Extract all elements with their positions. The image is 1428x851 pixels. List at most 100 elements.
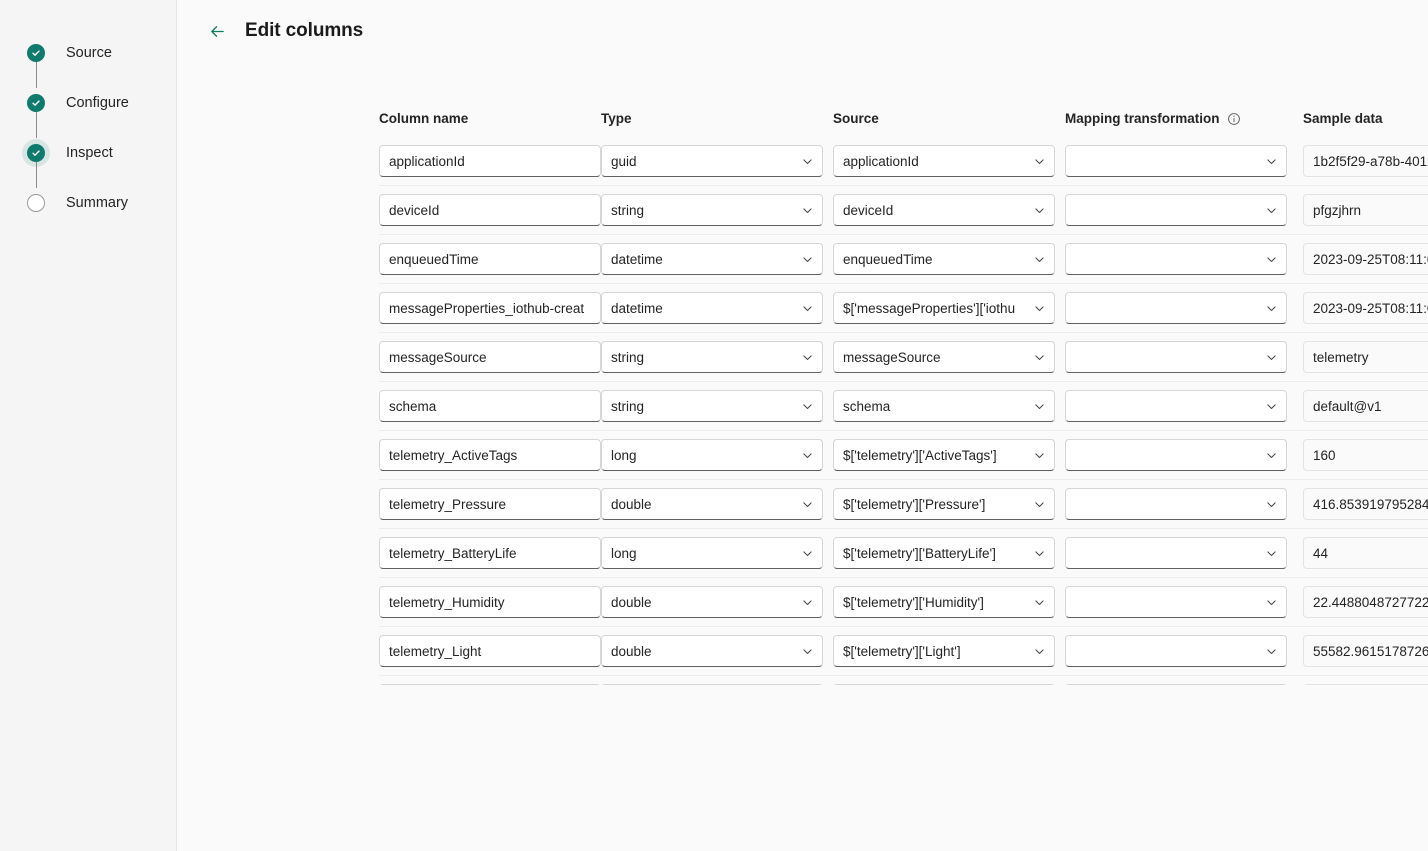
source-select[interactable]: $['telemetry']['Pressure'] [833,488,1055,520]
wizard-step-configure[interactable]: Configure [27,78,176,138]
back-arrow-icon[interactable] [203,17,231,45]
type-value: double [611,594,652,610]
column-name-value: telemetry_Humidity [389,594,505,610]
mapping-transformation-select[interactable] [1065,243,1287,275]
wizard-step-source[interactable]: Source [27,28,176,88]
cell-source: schema [833,390,1065,422]
cell-sample-data: 1b2f5f29-a78b-4012-bf31-201... [1303,145,1428,177]
cell-type: long [601,439,833,471]
chevron-down-icon [1028,645,1050,658]
grid-rows: applicationId guid applicationId 1b2f5f29-a… [379,137,1428,685]
source-select[interactable]: $['telemetry']['BatteryLife'] [833,537,1055,569]
source-select[interactable]: schema [833,390,1055,422]
mapping-transformation-select[interactable] [1065,341,1287,373]
table-row: telemetry_Pressure double $['telemetry']['… [379,480,1428,529]
column-name-value: messageProperties_iothub-creat [389,300,585,316]
column-name-input[interactable]: applicationId [379,145,601,177]
source-select[interactable] [833,684,1055,685]
cell-mapping-transformation [1065,635,1303,667]
mapping-transformation-select[interactable] [1065,684,1287,685]
wizard-step-inspect[interactable]: Inspect [22,128,176,188]
mapping-transformation-select[interactable] [1065,292,1287,324]
cell-mapping-transformation [1065,684,1303,685]
chevron-down-icon [1028,204,1050,217]
cell-type: string [601,194,833,226]
cell-type: string [601,341,833,373]
chevron-down-icon [796,351,818,364]
type-select[interactable]: string [601,194,823,226]
type-value: double [611,643,652,659]
cell-sample-data: 160 [1303,439,1428,471]
chevron-down-icon [1260,498,1282,511]
chevron-down-icon [1028,596,1050,609]
chevron-down-icon [1028,302,1050,315]
wizard-step-summary[interactable]: Summary [27,178,176,228]
info-icon[interactable] [1227,112,1241,126]
column-name-value: messageSource [389,349,487,365]
source-select[interactable]: enqueuedTime [833,243,1055,275]
type-select[interactable]: string [601,390,823,422]
source-select[interactable]: $['telemetry']['ActiveTags'] [833,439,1055,471]
chevron-down-icon [796,155,818,168]
source-select[interactable]: $['messageProperties']['iothu [833,292,1055,324]
chevron-down-icon [796,596,818,609]
cell-sample-data: 2023-09-25T08:11:09.05Z [1303,292,1428,324]
mapping-transformation-select[interactable] [1065,537,1287,569]
type-select[interactable]: guid [601,145,823,177]
column-name-input[interactable]: messageSource [379,341,601,373]
mapping-transformation-select[interactable] [1065,488,1287,520]
type-select[interactable]: double [601,586,823,618]
column-name-input[interactable]: enqueuedTime [379,243,601,275]
mapping-transformation-select[interactable] [1065,439,1287,471]
type-select[interactable]: string [601,341,823,373]
source-select[interactable]: applicationId [833,145,1055,177]
source-select[interactable]: deviceId [833,194,1055,226]
column-name-input[interactable]: schema [379,390,601,422]
type-select[interactable]: double [601,488,823,520]
source-select[interactable]: $['telemetry']['Light'] [833,635,1055,667]
source-value: $['telemetry']['Light'] [843,643,961,659]
type-value: guid [611,153,637,169]
source-value: messageSource [843,349,941,365]
mapping-transformation-select[interactable] [1065,390,1287,422]
type-select[interactable]: datetime [601,243,823,275]
type-select[interactable]: double [601,635,823,667]
table-row: telemetry_ActiveTags long $['telemetry']['… [379,431,1428,480]
column-name-input[interactable] [379,684,601,685]
column-name-input[interactable]: telemetry_ActiveTags [379,439,601,471]
chevron-down-icon [796,449,818,462]
sample-data-value: 22.44880487277228 [1313,594,1428,610]
chevron-down-icon [1260,645,1282,658]
mapping-transformation-select[interactable] [1065,194,1287,226]
sample-data-field: telemetry [1303,341,1428,373]
column-name-input[interactable]: telemetry_Humidity [379,586,601,618]
chevron-down-icon [1260,302,1282,315]
column-name-value: telemetry_Light [389,643,482,659]
column-header-label: Column name [379,111,469,126]
column-name-input[interactable]: messageProperties_iothub-creat [379,292,601,324]
cell-source: $['telemetry']['Pressure'] [833,488,1065,520]
mapping-transformation-select[interactable] [1065,586,1287,618]
column-name-input[interactable]: telemetry_BatteryLife [379,537,601,569]
type-select[interactable]: datetime [601,292,823,324]
chevron-down-icon [796,645,818,658]
column-name-input[interactable]: telemetry_Light [379,635,601,667]
source-select[interactable]: $['telemetry']['Humidity'] [833,586,1055,618]
type-select[interactable] [601,684,823,685]
sample-data-value: 2023-09-25T08:11:09.09Z [1313,251,1428,267]
wizard-sidebar: Source Configure Inspect Summary [0,0,177,851]
type-select[interactable]: long [601,537,823,569]
type-value: long [611,447,637,463]
mapping-transformation-select[interactable] [1065,635,1287,667]
type-select[interactable]: long [601,439,823,471]
column-name-input[interactable]: telemetry_Pressure [379,488,601,520]
column-name-value: telemetry_Pressure [389,496,507,512]
cell-column-name: messageSource [379,341,601,373]
mapping-transformation-select[interactable] [1065,145,1287,177]
column-name-input[interactable]: deviceId [379,194,601,226]
sample-data-value: telemetry [1313,349,1369,365]
sample-data-field: 2023-09-25T08:11:09.05Z [1303,292,1428,324]
cell-mapping-transformation [1065,586,1303,618]
source-select[interactable]: messageSource [833,341,1055,373]
source-value: applicationId [843,153,919,169]
